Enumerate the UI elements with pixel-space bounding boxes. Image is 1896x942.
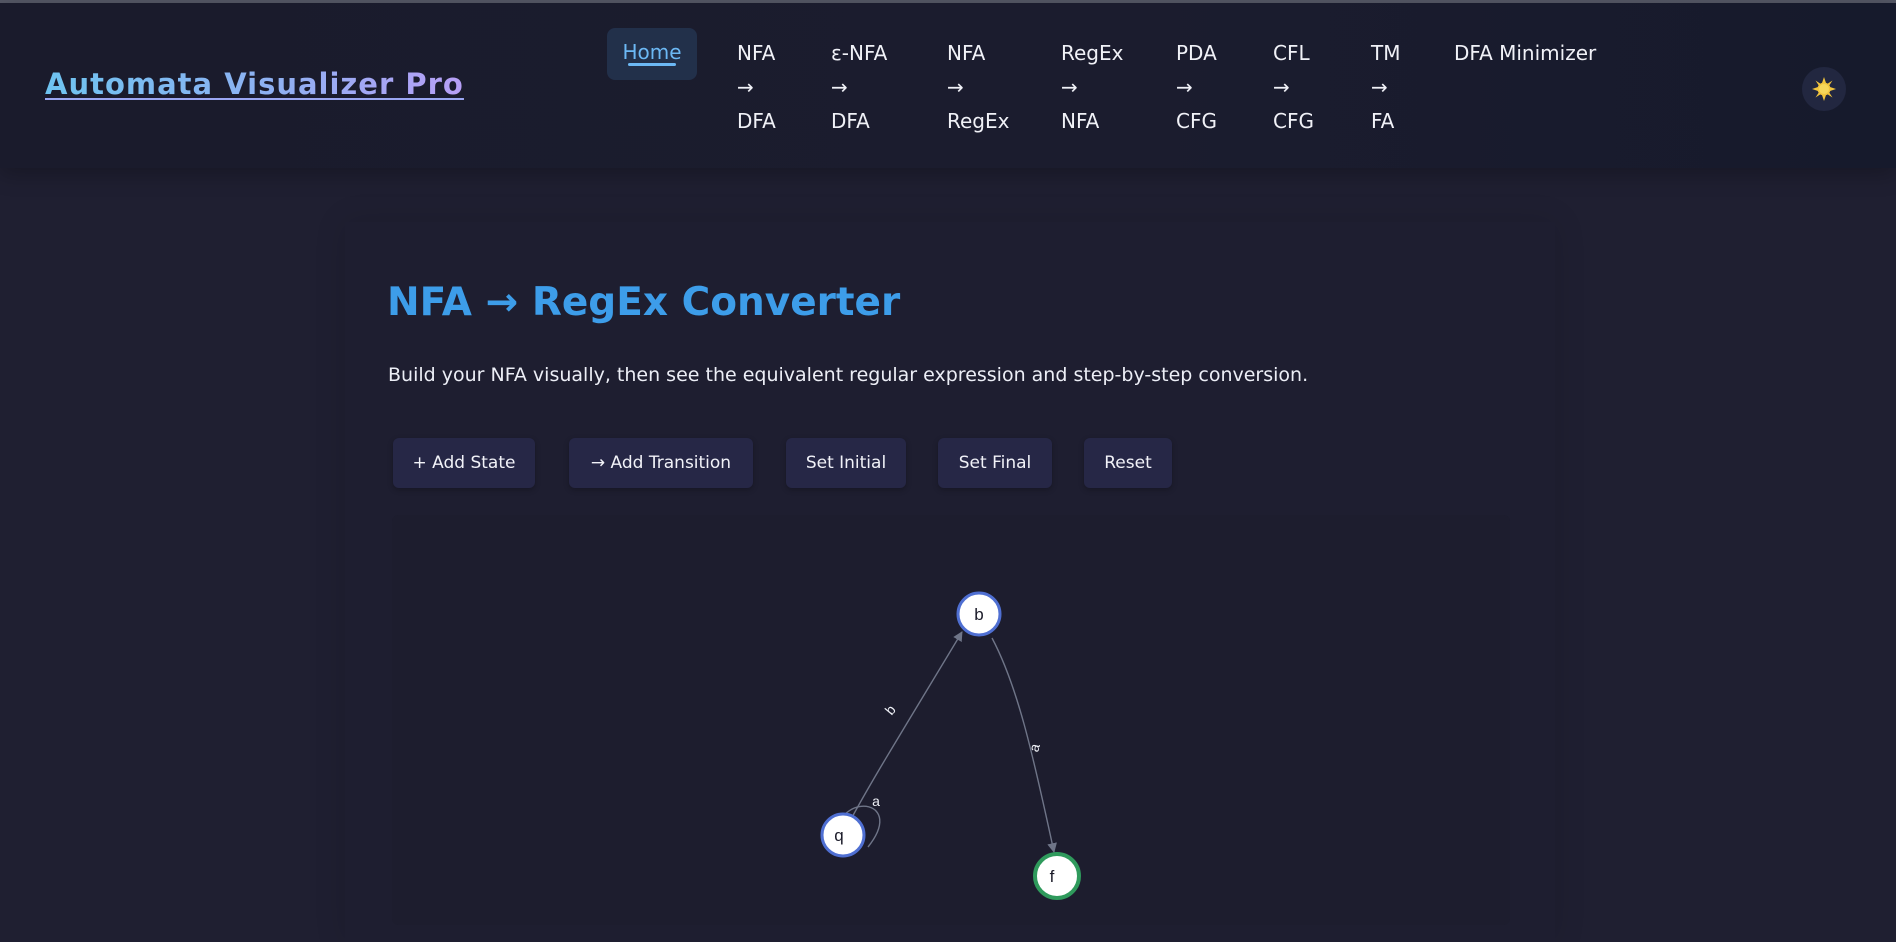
nav-cfl-to-cfg[interactable]: CFL → CFG [1273,36,1314,138]
nav-home-label: Home [622,40,682,64]
top-navbar: Automata Visualizer Pro Home NFA → DFA ε… [0,3,1896,168]
reset-button[interactable]: Reset [1084,438,1172,488]
transition-b-to-f[interactable]: a [991,637,1057,853]
state-label: f [1050,867,1055,886]
nav-home-underline [628,63,676,66]
state-label: q [834,826,843,845]
state-node-b[interactable]: b [956,591,1002,637]
page-title: NFA → RegEx Converter [387,280,901,325]
nav-tm-to-fa[interactable]: TM → FA [1371,36,1400,138]
theme-toggle-button[interactable] [1802,67,1846,111]
state-node-q[interactable]: q [820,812,866,858]
brand-logo-link[interactable]: Automata Visualizer Pro [45,67,464,101]
set-final-button[interactable]: Set Final [938,438,1052,488]
transition-q-to-b[interactable]: b [849,631,963,822]
nav-nfa-to-dfa[interactable]: NFA → DFA [737,36,776,138]
transition-label: a [872,793,880,809]
state-label: b [974,605,983,624]
nav-nfa-to-regex[interactable]: NFA → RegEx [947,36,1009,138]
add-state-button[interactable]: + Add State [393,438,535,488]
nav-dfa-minimizer[interactable]: DFA Minimizer [1454,36,1596,70]
state-node-f[interactable]: f [1033,852,1081,900]
page-subtitle: Build your NFA visually, then see the eq… [388,364,1309,386]
nav-pda-to-cfg[interactable]: PDA → CFG [1176,36,1217,138]
nav-enfa-to-dfa[interactable]: ε-NFA → DFA [831,36,887,138]
nfa-canvas[interactable]: b a a b q f [392,515,1510,925]
nav-home[interactable]: Home [607,28,697,80]
add-transition-button[interactable]: → Add Transition [569,438,753,488]
nav-regex-to-nfa[interactable]: RegEx → NFA [1061,36,1123,138]
sun-icon [1812,77,1836,101]
nfa-graph: b a a b q f [820,591,1081,900]
transition-label: b [882,702,899,718]
transition-label: a [1025,742,1043,754]
set-initial-button[interactable]: Set Initial [786,438,906,488]
